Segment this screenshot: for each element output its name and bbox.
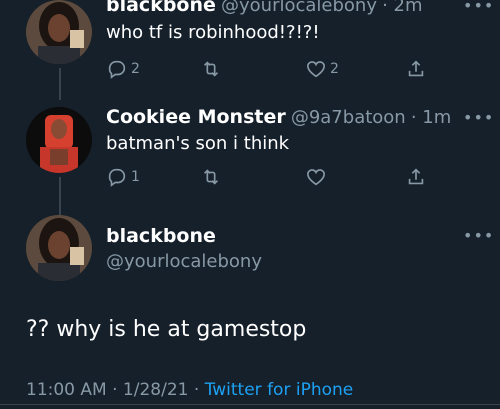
share-icon [408,60,424,77]
username[interactable]: @yourlocalebony [106,251,262,272]
display-name[interactable]: Cookiee Monster [106,106,286,128]
like-button[interactable]: 2 [305,58,339,80]
separator: · [112,380,118,400]
more-icon[interactable]: ••• [463,226,494,245]
share-icon [408,168,424,185]
more-icon[interactable]: ••• [463,0,494,15]
retweet-button[interactable] [200,58,222,80]
tweet-text: ?? why is he at gamestop [26,317,307,342]
retweet-icon [203,169,219,185]
tweet-meta: 11:00 AM · 1/28/21 · Twitter for iPhone [26,380,353,400]
reply-icon [108,168,126,187]
thread-line [59,68,61,100]
divider [0,404,500,405]
like-icon [306,61,326,78]
more-icon[interactable]: ••• [463,108,494,127]
avatar-photo [26,0,92,64]
reply-icon [108,60,126,79]
thread-line [59,177,61,215]
display-name[interactable]: blackbone [106,225,216,247]
avatar-cookiee-monster[interactable] [26,107,92,173]
timestamp[interactable]: · 1m [411,107,451,128]
username[interactable]: @9a7batoon [291,107,406,128]
separator: · [193,380,200,400]
tweet-time[interactable]: 11:00 AM [26,380,107,400]
tweet-source-link[interactable]: Twitter for iPhone [205,380,354,400]
retweet-icon [203,61,219,77]
reply-count: 1 [131,169,140,185]
like-icon [306,169,326,186]
avatar-photo [26,107,92,173]
reply-button[interactable]: 2 [106,58,140,80]
display-name[interactable]: blackbone [106,0,216,16]
avatar-blackbone[interactable] [26,215,92,281]
like-button[interactable] [305,166,327,188]
share-button[interactable] [405,166,427,188]
avatar-blackbone[interactable] [26,0,92,64]
tweet-text: batman's son i think [106,133,290,154]
username[interactable]: @yourlocalebony [221,0,377,16]
reply-button[interactable]: 1 [106,166,140,188]
tweet-text: who tf is robinhood!?!?! [106,22,320,43]
reply-count: 2 [131,61,140,77]
tweet-date[interactable]: 1/28/21 [123,380,189,400]
tweet1-header: blackbone @yourlocalebony · 2m [106,0,423,16]
tweet2-header: Cookiee Monster @9a7batoon · 1m [106,106,451,128]
retweet-button[interactable] [200,166,222,188]
timestamp[interactable]: · 2m [382,0,422,16]
share-button[interactable] [405,58,427,80]
avatar-photo [26,215,92,281]
like-count: 2 [330,61,339,77]
